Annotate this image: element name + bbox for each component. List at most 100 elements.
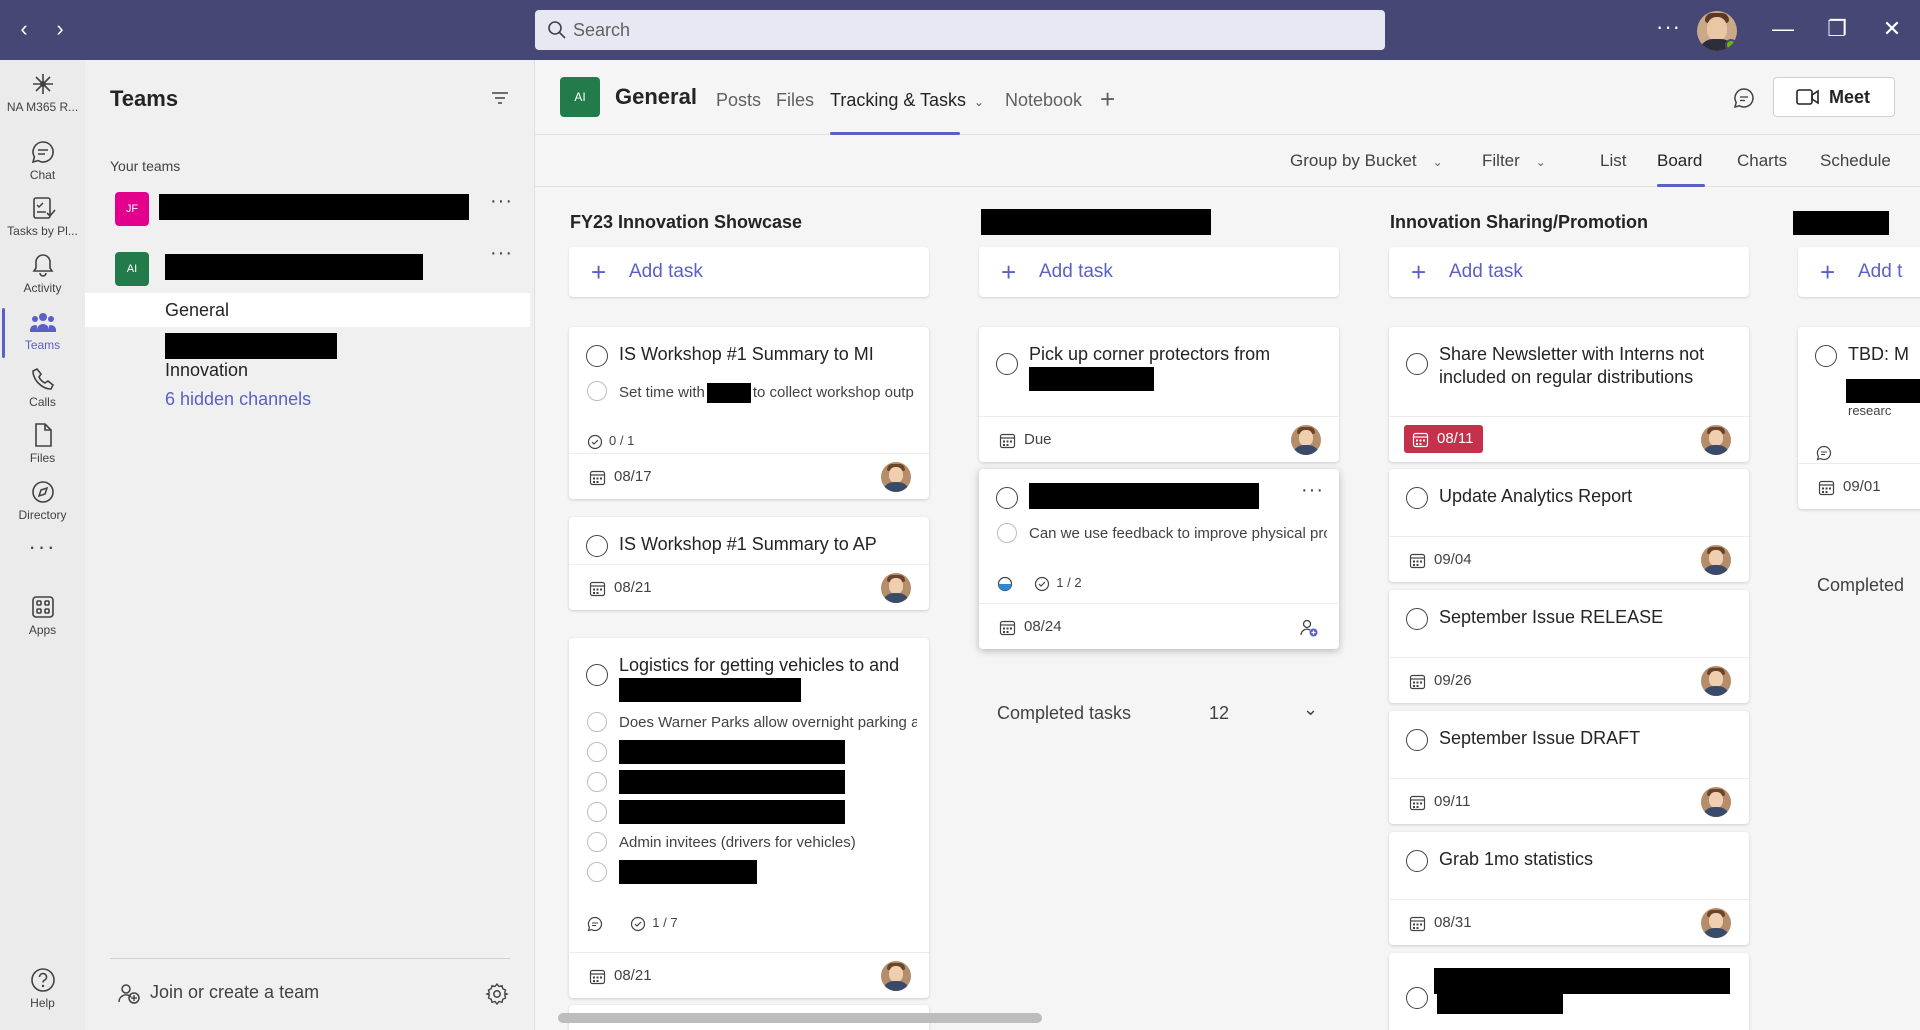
search-input[interactable]: Search xyxy=(535,10,1385,50)
teams-panel-title: Teams xyxy=(110,86,179,111)
tab-files[interactable]: Files xyxy=(776,90,814,111)
assignee-avatar[interactable] xyxy=(881,961,911,991)
checklist-item-checkbox[interactable] xyxy=(587,381,607,401)
search-placeholder: Search xyxy=(573,20,631,40)
more-icon: ··· xyxy=(28,534,57,559)
checklist-item-checkbox[interactable] xyxy=(587,802,607,822)
assignee-avatar[interactable] xyxy=(1701,666,1731,696)
task-card[interactable]: Grab 1mo statistics 08/31 xyxy=(1389,832,1749,945)
forward-arrow-icon[interactable]: › xyxy=(48,17,72,41)
tab-notebook[interactable]: Notebook xyxy=(1005,90,1082,111)
checklist-item-checkbox[interactable] xyxy=(587,832,607,852)
group-by-dropdown[interactable]: Group by Bucket ⌄ xyxy=(1290,151,1443,171)
task-card[interactable]: TBD: M researc 09/01 xyxy=(1798,327,1920,509)
task-card[interactable]: Share Newsletter with Interns not includ… xyxy=(1389,327,1749,462)
task-card[interactable]: Update Analytics Report 09/04 xyxy=(1389,469,1749,582)
join-create-team-button[interactable]: Join or create a team xyxy=(118,982,319,1004)
view-charts[interactable]: Charts xyxy=(1737,151,1787,171)
filter-dropdown[interactable]: Filter ⌄ xyxy=(1482,151,1546,171)
minimize-icon[interactable]: — xyxy=(1768,14,1798,44)
completed-tasks-toggle[interactable]: Completed tasks 12 ⌄ xyxy=(997,699,1318,724)
calendar-icon xyxy=(589,581,606,596)
checklist-item-checkbox[interactable] xyxy=(587,862,607,882)
complete-task-checkbox[interactable] xyxy=(1406,729,1428,751)
rail-item-help[interactable]: Help xyxy=(0,958,85,1026)
channel-name: General xyxy=(615,84,697,109)
redacted-checklist-item xyxy=(619,800,845,824)
people-add-icon xyxy=(118,984,140,1004)
redacted-text xyxy=(1029,367,1154,391)
rail-more-apps[interactable]: ··· xyxy=(0,530,85,570)
add-task-button[interactable]: + Add task xyxy=(569,247,929,297)
complete-task-checkbox[interactable] xyxy=(586,345,608,367)
tab-tracking-tasks[interactable]: Tracking & Tasks ⌄ xyxy=(830,90,984,111)
add-task-button[interactable]: + Add task xyxy=(1389,247,1749,297)
filter-icon[interactable] xyxy=(490,88,510,108)
chevron-down-icon: ⌄ xyxy=(974,95,985,109)
horizontal-scrollbar[interactable] xyxy=(558,1013,1042,1023)
tab-posts[interactable]: Posts xyxy=(716,90,761,111)
assignee-avatar[interactable] xyxy=(1701,787,1731,817)
complete-task-checkbox[interactable] xyxy=(996,487,1018,509)
assignee-avatar[interactable] xyxy=(1701,425,1731,455)
team-row-jf[interactable]: JF ··· xyxy=(85,182,535,232)
rail-item-org[interactable]: NA M365 R... xyxy=(0,62,85,130)
due-date-overdue: 08/11 xyxy=(1404,425,1484,453)
checklist-item: Set time with to collect workshop outp xyxy=(619,383,917,403)
complete-task-checkbox[interactable] xyxy=(996,353,1018,375)
task-card[interactable]: IS Workshop #1 Summary to AP 08/21 xyxy=(569,517,929,610)
complete-task-checkbox[interactable] xyxy=(1406,850,1428,872)
meet-button[interactable]: Meet xyxy=(1773,77,1895,117)
complete-task-checkbox[interactable] xyxy=(1406,987,1428,1009)
card-more-icon[interactable]: ··· xyxy=(1301,479,1324,502)
assignee-avatar[interactable] xyxy=(1701,545,1731,575)
assignee-avatar[interactable] xyxy=(1701,908,1731,938)
more-options-icon[interactable]: ··· xyxy=(1656,14,1681,40)
phone-icon xyxy=(31,367,54,390)
gear-icon[interactable] xyxy=(485,982,509,1006)
assign-person-icon[interactable] xyxy=(1299,618,1319,638)
rail-item-apps[interactable]: Apps xyxy=(0,585,85,653)
checklist-item-checkbox[interactable] xyxy=(587,772,607,792)
complete-task-checkbox[interactable] xyxy=(1815,345,1837,367)
channel-general[interactable]: General xyxy=(85,293,530,327)
complete-task-checkbox[interactable] xyxy=(1406,487,1428,509)
add-task-button[interactable]: + Add task xyxy=(979,247,1339,297)
completed-tasks-toggle[interactable]: Completed xyxy=(1817,575,1904,596)
assignee-avatar[interactable] xyxy=(881,573,911,603)
task-card[interactable]: September Issue RELEASE 09/26 xyxy=(1389,590,1749,703)
complete-task-checkbox[interactable] xyxy=(1406,353,1428,375)
complete-task-checkbox[interactable] xyxy=(586,664,608,686)
add-task-button[interactable]: + Add t xyxy=(1798,247,1920,297)
add-tab-icon[interactable]: + xyxy=(1100,84,1115,115)
checklist-item-checkbox[interactable] xyxy=(997,523,1017,543)
complete-task-checkbox[interactable] xyxy=(586,535,608,557)
bucket-title: FY23 Innovation Showcase xyxy=(570,212,803,232)
view-list[interactable]: List xyxy=(1600,151,1626,171)
view-schedule[interactable]: Schedule xyxy=(1820,151,1891,171)
team-more-icon[interactable]: ··· xyxy=(490,190,513,213)
assignee-avatar[interactable] xyxy=(1291,425,1321,455)
task-card[interactable]: September Issue DRAFT 09/11 xyxy=(1389,711,1749,824)
task-card[interactable]: ··· Can we use feedback to improve physi… xyxy=(979,469,1339,649)
in-progress-icon xyxy=(997,576,1013,591)
task-card[interactable]: IS Workshop #1 Summary to MI Set time wi… xyxy=(569,327,929,499)
task-card[interactable]: Pick up corner protectors from Due xyxy=(979,327,1339,462)
team-avatar: AI xyxy=(115,252,149,286)
back-arrow-icon[interactable]: ‹ xyxy=(12,17,36,41)
complete-task-checkbox[interactable] xyxy=(1406,608,1428,630)
checklist-item-checkbox[interactable] xyxy=(587,742,607,762)
user-avatar[interactable] xyxy=(1697,11,1737,51)
hidden-channels-link[interactable]: 6 hidden channels xyxy=(85,382,530,416)
close-icon[interactable]: ✕ xyxy=(1877,14,1907,44)
team-more-icon[interactable]: ··· xyxy=(490,242,513,265)
maximize-icon[interactable]: ❐ xyxy=(1822,14,1852,44)
view-board[interactable]: Board xyxy=(1657,151,1702,171)
task-card-partial[interactable] xyxy=(1389,953,1749,1030)
task-card[interactable]: Logistics for getting vehicles to and Do… xyxy=(569,638,929,998)
team-row-ai[interactable]: AI ··· xyxy=(85,242,535,292)
rail-item-directory[interactable]: Directory xyxy=(0,470,85,538)
assignee-avatar[interactable] xyxy=(881,462,911,492)
checklist-item-checkbox[interactable] xyxy=(587,712,607,732)
conversation-icon[interactable] xyxy=(1732,86,1756,110)
